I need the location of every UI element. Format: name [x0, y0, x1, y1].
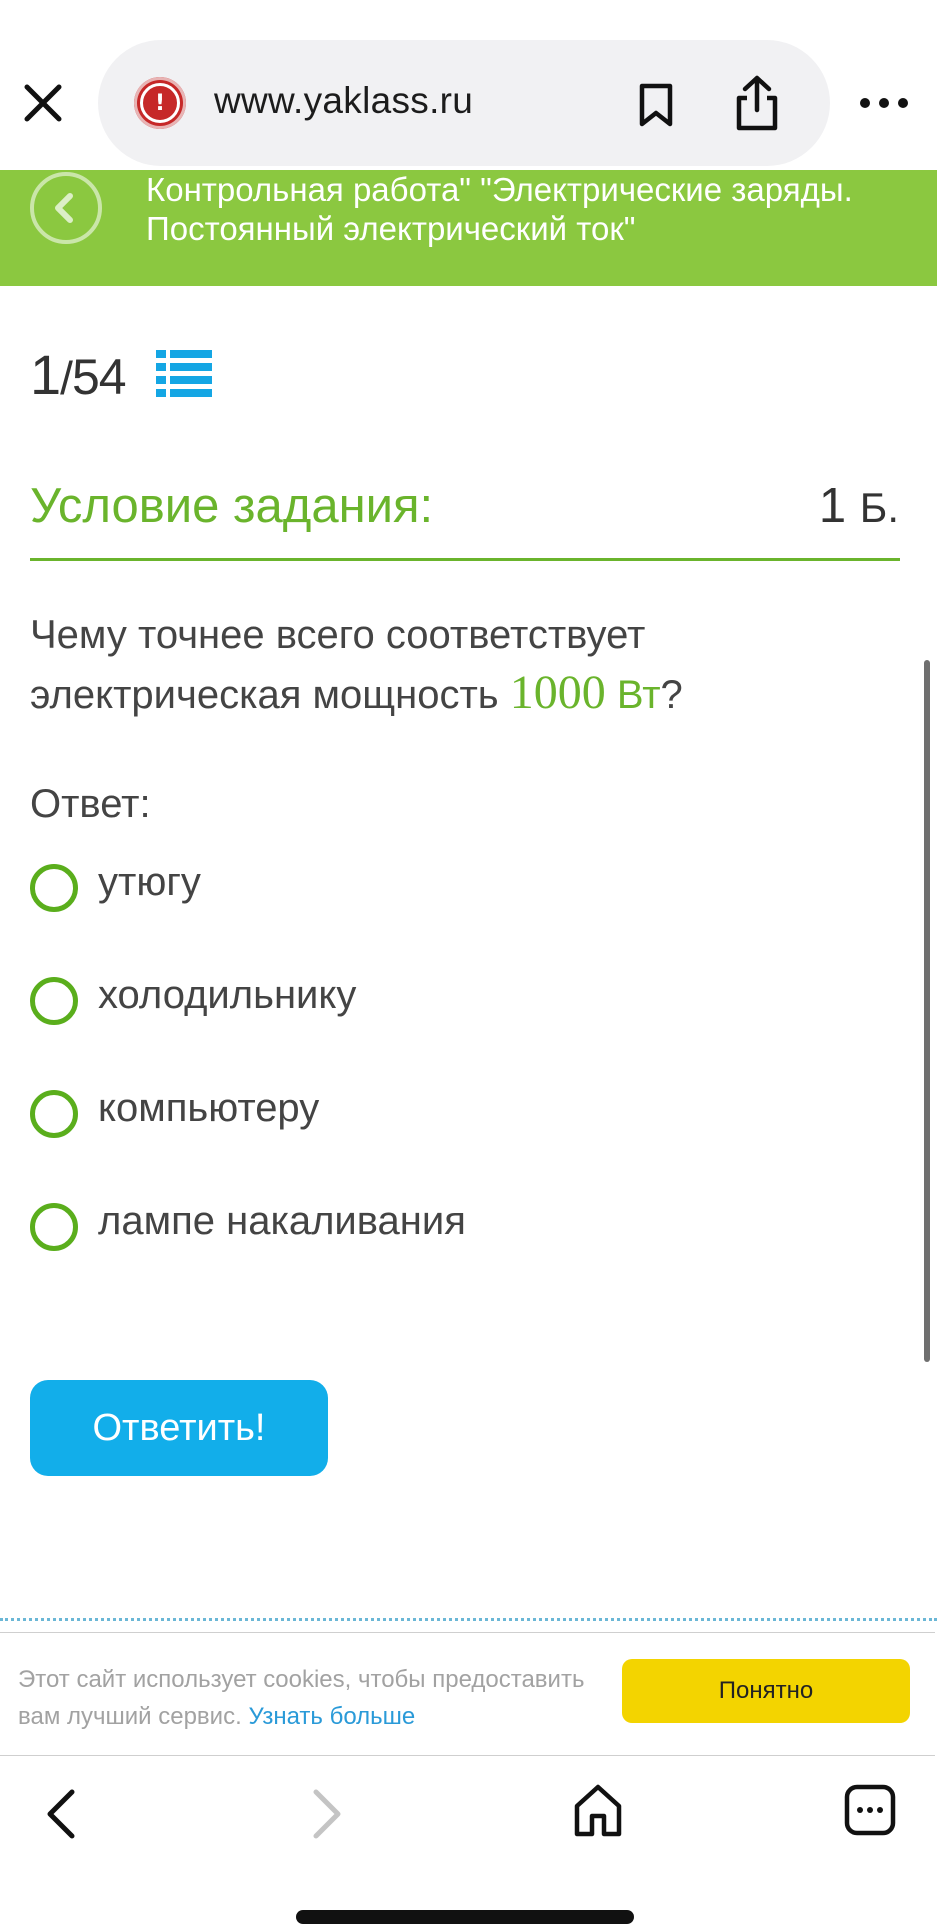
cookie-accept-button[interactable]: Понятно	[622, 1659, 910, 1723]
forward-icon[interactable]	[308, 1786, 348, 1842]
back-icon[interactable]	[40, 1786, 80, 1842]
option-incandescent-lamp[interactable]: лампе накаливания	[30, 1197, 730, 1253]
radio-button[interactable]	[30, 864, 78, 912]
home-indicator	[296, 1910, 634, 1924]
question-unit: Вт	[616, 673, 661, 717]
question-text: Чему точнее всего соответствует электрич…	[30, 606, 910, 724]
share-icon[interactable]	[732, 74, 782, 132]
answer-label: Ответ:	[30, 782, 151, 826]
current-question: 1	[30, 343, 61, 406]
submit-answer-button[interactable]: Ответить!	[30, 1380, 328, 1476]
test-title-line1: Контрольная работа" "Электрические заряд…	[146, 171, 853, 208]
back-arrow-icon[interactable]	[30, 172, 102, 244]
radio-button[interactable]	[30, 977, 78, 1025]
close-icon[interactable]	[22, 82, 64, 124]
address-bar[interactable]: ! www.yaklass.ru	[98, 40, 830, 166]
condition-title: Условие задания:	[30, 479, 434, 533]
option-label[interactable]: лампе накаливания	[98, 1199, 466, 1244]
points-number: 1	[818, 479, 847, 533]
divider	[0, 1618, 937, 1621]
option-label[interactable]: холодильнику	[98, 973, 356, 1018]
option-refrigerator[interactable]: холодильнику	[30, 971, 730, 1027]
question-number: 1000	[509, 666, 606, 719]
scrollbar[interactable]	[924, 660, 930, 1362]
cookie-banner: Этот сайт использует cookies, чтобы пред…	[0, 1632, 935, 1757]
points-value: 1 Б.	[819, 478, 899, 534]
test-title-line2: Постоянный электрический ток"	[146, 210, 636, 247]
option-iron[interactable]: утюгу	[30, 858, 730, 914]
counter-separator: /	[60, 352, 73, 404]
home-icon[interactable]	[572, 1782, 624, 1838]
option-label[interactable]: утюгу	[98, 860, 201, 905]
radio-button[interactable]	[30, 1203, 78, 1251]
total-questions: 54	[71, 349, 127, 405]
bookmark-icon[interactable]	[634, 82, 678, 128]
learn-more-link[interactable]: Узнать больше	[248, 1703, 415, 1730]
test-title: Контрольная работа" "Электрические заряд…	[146, 170, 926, 248]
url-text[interactable]: www.yaklass.ru	[214, 80, 473, 122]
browser-bottom-nav	[0, 1756, 937, 1920]
option-computer[interactable]: компьютеру	[30, 1084, 730, 1140]
question-end: ?	[660, 673, 683, 717]
tabs-icon[interactable]	[844, 1784, 896, 1836]
condition-divider	[30, 558, 900, 561]
alert-circle-icon[interactable]: !	[134, 77, 186, 129]
more-horizontal-icon[interactable]	[858, 92, 910, 114]
list-icon[interactable]	[156, 348, 212, 398]
option-label[interactable]: компьютеру	[98, 1086, 319, 1131]
cookie-text: Этот сайт использует cookies, чтобы пред…	[18, 1661, 618, 1735]
points-unit: Б.	[859, 484, 899, 531]
radio-button[interactable]	[30, 1090, 78, 1138]
question-counter: 1/54	[30, 342, 127, 407]
browser-toolbar: ! www.yaklass.ru	[0, 0, 937, 170]
